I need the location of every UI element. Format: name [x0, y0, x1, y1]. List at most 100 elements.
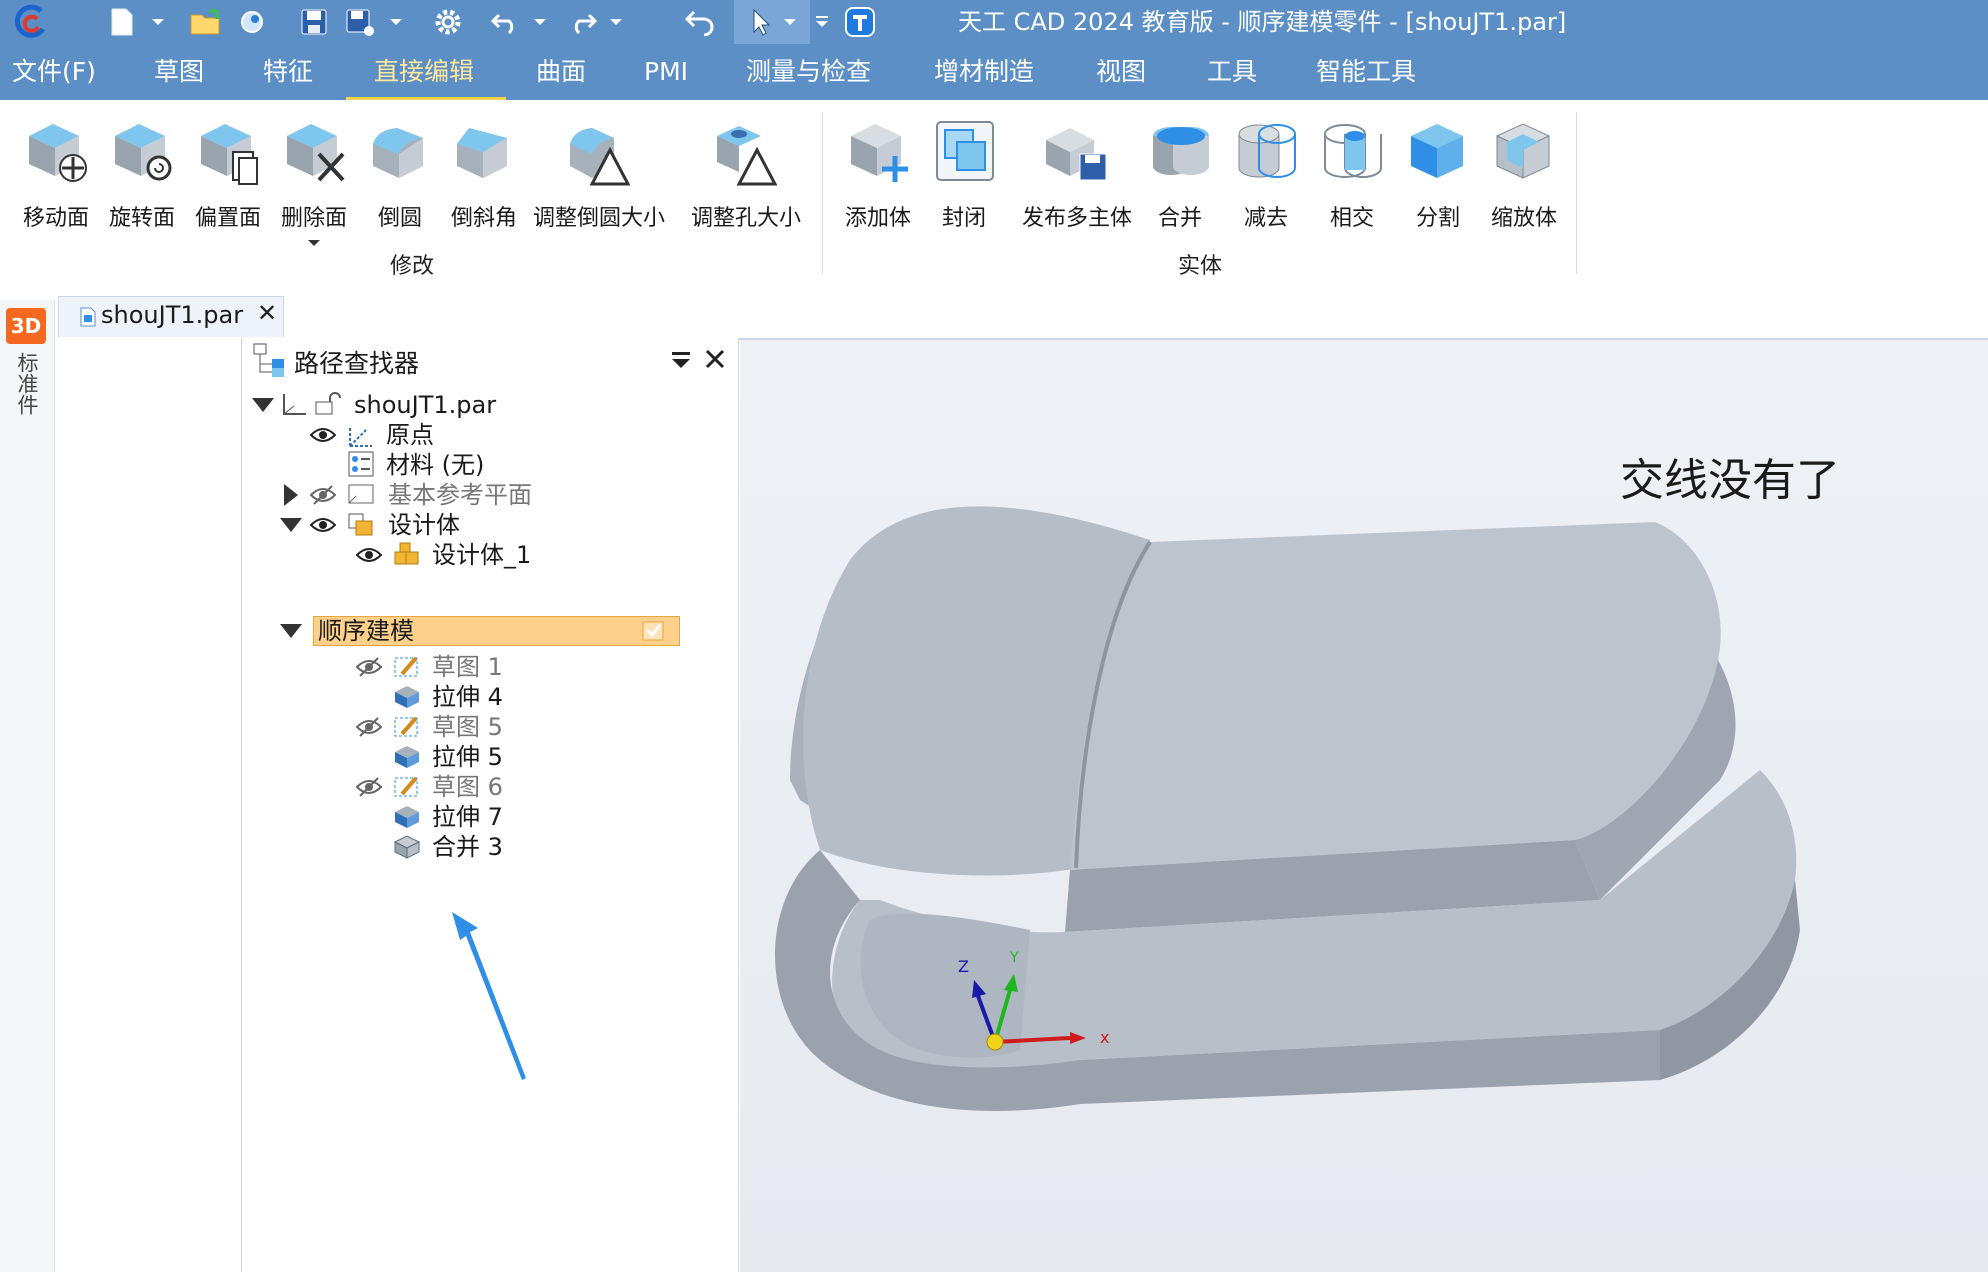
tree-item-origin[interactable]: 原点 [310, 420, 610, 450]
menu-file[interactable]: 文件(F) [12, 52, 96, 92]
close-body-button[interactable]: 封闭 [926, 108, 1002, 258]
offset-face-button[interactable]: 偏置面 [190, 108, 266, 258]
origin-icon [349, 426, 372, 447]
add-body-icon [851, 124, 908, 182]
chamfer-icon [457, 128, 507, 178]
select-cursor-icon[interactable] [734, 0, 810, 44]
settings-gear-icon[interactable] [428, 0, 468, 44]
scale-body-button[interactable]: 缩放体 [1486, 108, 1562, 258]
collapse-arrow-icon[interactable] [280, 518, 302, 532]
rollback-icon[interactable] [680, 0, 720, 44]
ribbon-group-solid: 实体 [1178, 254, 1223, 279]
side-strip [0, 300, 55, 1272]
open-folder-icon[interactable] [186, 0, 226, 44]
rotate-face-button[interactable]: 旋转面 [104, 108, 180, 258]
menu-sketch[interactable]: 草图 [154, 52, 204, 92]
tree-item-material[interactable]: 材料 (无) [310, 450, 610, 480]
save-as-icon[interactable] [340, 0, 380, 44]
globe-icon[interactable] [236, 0, 268, 44]
split-label: 分割 [1415, 206, 1460, 231]
eye-hidden-icon[interactable] [356, 656, 382, 678]
dropdown-arrow-icon[interactable] [606, 0, 626, 44]
undo-icon[interactable] [486, 0, 526, 44]
union-label: 合并 [1157, 206, 1202, 231]
move-face-icon [29, 124, 87, 182]
split-button[interactable]: 分割 [1400, 108, 1476, 258]
t-brand-icon[interactable] [842, 0, 878, 44]
document-tab-strip [0, 290, 1988, 340]
tree-item-sketch-5[interactable]: 草图 5 [356, 712, 656, 742]
eye-icon[interactable] [310, 424, 336, 446]
tree-item-label: 原点 [386, 421, 434, 449]
part-lock-icon [315, 392, 341, 415]
3d-parts-icon[interactable]: 3D [6, 308, 46, 344]
customize-qa-icon[interactable] [812, 0, 832, 44]
close-icon[interactable] [704, 348, 726, 370]
union-feature-icon [393, 835, 421, 859]
extrude-icon [395, 806, 419, 828]
tree-item-union-3[interactable]: 合并 3 [356, 832, 656, 862]
intersect-button[interactable]: 相交 [1314, 108, 1390, 258]
menu-pmi[interactable]: PMI [644, 52, 688, 92]
tree-item-extrude-5[interactable]: 拉伸 5 [356, 742, 656, 772]
tree-item-ordered-modeling[interactable]: 顺序建模 [280, 616, 680, 646]
menu-surface[interactable]: 曲面 [536, 52, 586, 92]
standard-parts-tab[interactable]: 标准件 [12, 352, 42, 415]
tree-item-label: shouJT1.par [354, 391, 497, 419]
union-button[interactable]: 合并 [1142, 108, 1218, 258]
chamfer-button[interactable]: 倒斜角 [446, 108, 522, 258]
menu-additive[interactable]: 增材制造 [934, 52, 1034, 92]
eye-hidden-icon[interactable] [356, 716, 382, 738]
tree-item-sketch-1[interactable]: 草图 1 [356, 652, 656, 682]
checkmark-icon[interactable] [642, 621, 664, 641]
dropdown-arrow-icon[interactable] [530, 0, 550, 44]
tree-item-extrude-7[interactable]: 拉伸 7 [356, 802, 656, 832]
dropdown-arrow-icon[interactable] [148, 0, 168, 44]
chevron-down-icon[interactable] [306, 238, 322, 248]
subtract-button[interactable]: 减去 [1228, 108, 1304, 258]
move-face-button[interactable]: 移动面 [18, 108, 94, 258]
menu-tools[interactable]: 工具 [1207, 52, 1257, 92]
publish-multibody-icon [1046, 128, 1107, 181]
document-tab-label: shouJT1.par [101, 301, 244, 329]
tree-item-part[interactable]: shouJT1.par [250, 390, 550, 420]
ribbon-group-divider [1576, 112, 1577, 274]
part-file-icon [80, 307, 96, 327]
collapse-arrow-icon[interactable] [280, 624, 302, 638]
new-file-icon[interactable] [104, 0, 140, 44]
eye-hidden-icon[interactable] [356, 776, 382, 798]
union-icon [1153, 127, 1209, 175]
tree-item-design-body[interactable]: 设计体 [280, 510, 600, 540]
tree-item-base-planes[interactable]: 基本参考平面 [280, 480, 600, 510]
resize-hole-button[interactable]: 调整孔大小 [686, 108, 806, 258]
resize-hole-icon [717, 126, 778, 186]
menu-view[interactable]: 视图 [1096, 52, 1146, 92]
ribbon: 移动面 旋转面 偏置面 删除面 倒圆 倒斜角 调整倒圆大小 调整孔大小 修改 添… [0, 100, 1988, 291]
publish-multibody-button[interactable]: 发布多主体 [1012, 108, 1142, 258]
menu-smart-tools[interactable]: 智能工具 [1316, 52, 1416, 92]
expand-arrow-icon[interactable] [284, 484, 298, 506]
tree-item-extrude-4[interactable]: 拉伸 4 [356, 682, 656, 712]
eye-hidden-icon[interactable] [310, 484, 336, 506]
tree-item-label: 草图 1 [432, 653, 503, 681]
document-tab[interactable]: shouJT1.par ✕ [58, 296, 284, 337]
menu-feature[interactable]: 特征 [263, 52, 313, 92]
eye-icon[interactable] [356, 544, 382, 566]
resize-round-button[interactable]: 调整倒圆大小 [533, 108, 665, 258]
redo-icon[interactable] [562, 0, 602, 44]
tree-item-design-body-1[interactable]: 设计体_1 [356, 540, 656, 570]
dropdown-arrow-icon[interactable] [386, 0, 406, 44]
panel-options-icon[interactable] [670, 350, 692, 370]
eye-icon[interactable] [310, 514, 336, 536]
add-body-button[interactable]: 添加体 [838, 108, 918, 258]
close-icon[interactable]: ✕ [257, 299, 277, 327]
app-logo-icon[interactable] [8, 0, 52, 44]
tree-item-sketch-6[interactable]: 草图 6 [356, 772, 656, 802]
menu-direct-edit[interactable]: 直接编辑 [374, 52, 474, 92]
round-button[interactable]: 倒圆 [362, 108, 438, 258]
window-title: 天工 CAD 2024 教育版 - 顺序建模零件 - [shouJT1.par] [958, 8, 1567, 36]
collapse-arrow-icon[interactable] [252, 398, 274, 412]
save-icon[interactable] [294, 0, 334, 44]
menu-measure-inspect[interactable]: 测量与检查 [746, 52, 871, 92]
delete-face-button[interactable]: 删除面 [276, 108, 352, 258]
